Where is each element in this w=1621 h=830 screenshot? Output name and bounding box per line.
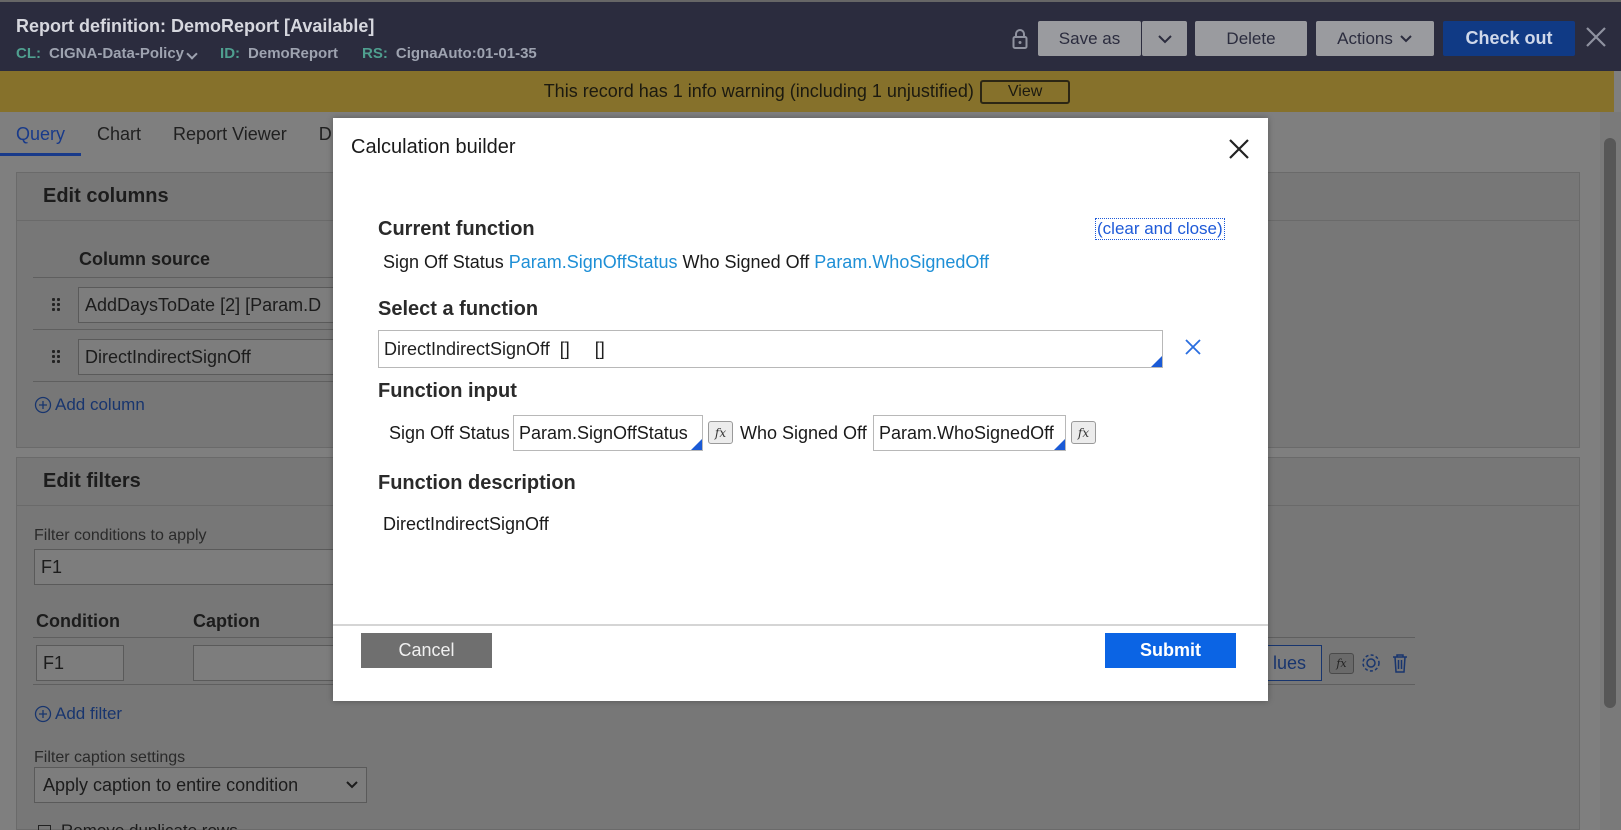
record-meta: CL: CIGNA-Data-Policy ID: DemoReport RS:… (16, 45, 553, 62)
warning-text: This record has 1 info warning (includin… (543, 81, 974, 101)
tab-report-viewer[interactable]: Report Viewer (157, 112, 303, 156)
sign-off-status-input[interactable]: Param.SignOffStatus (513, 415, 703, 451)
add-circle-icon (34, 705, 52, 723)
chevron-down-icon (186, 48, 198, 60)
trash-icon[interactable] (1390, 652, 1410, 674)
dialog-footer: Cancel Submit (333, 624, 1268, 701)
cl-label: CL: (16, 45, 41, 62)
function-description-text: DirectIndirectSignOff (383, 514, 549, 534)
chevron-down-icon (1400, 34, 1412, 42)
add-filter-link[interactable]: Add filter (34, 704, 122, 724)
autocomplete-corner-icon (1151, 356, 1162, 367)
drag-handle-icon[interactable] (51, 297, 61, 313)
condition-input[interactable]: F1 (36, 645, 124, 681)
autocomplete-corner-icon (1054, 439, 1065, 450)
gear-icon[interactable] (1360, 652, 1382, 674)
fx-icon[interactable]: fx (708, 421, 733, 444)
who-signed-off-input[interactable]: Param.WhoSignedOff (873, 415, 1066, 451)
rs-value: CignaAuto:01-01-35 (395, 45, 537, 62)
function-input-heading: Function input (378, 380, 517, 402)
calculation-builder-dialog: Calculation builder Current function (cl… (333, 118, 1268, 701)
drag-handle-icon[interactable] (51, 349, 61, 365)
current-param-2: Param.WhoSignedOff (814, 252, 990, 272)
remove-duplicates-label: Remove duplicate rows (61, 822, 238, 830)
current-function-heading: Current function (378, 218, 535, 240)
select-function-heading: Select a function (378, 298, 539, 320)
column-source-field[interactable]: AddDaysToDate [2] [Param.D (78, 287, 338, 323)
function-description-heading: Function description (378, 472, 576, 494)
lock-icon (1012, 29, 1028, 49)
sign-off-status-value: Param.SignOffStatus (519, 423, 688, 443)
save-as-button[interactable]: Save as (1038, 21, 1141, 56)
current-label-1: Sign Off Status (383, 252, 504, 272)
chevron-down-icon (1157, 34, 1172, 43)
cancel-button[interactable]: Cancel (361, 633, 492, 668)
who-signed-off-value: Param.WhoSignedOff (879, 423, 1054, 443)
caption-input[interactable] (193, 645, 338, 681)
tab-chart[interactable]: Chart (81, 112, 157, 156)
page-title: Report definition: DemoReport [Available… (16, 16, 375, 36)
cl-value: CIGNA-Data-Policy (49, 45, 185, 62)
condition-header: Condition (36, 611, 120, 631)
divider (33, 381, 333, 382)
caption-settings-select[interactable]: Apply caption to entire condition (34, 767, 367, 803)
current-param-1: Param.SignOffStatus (508, 252, 678, 272)
close-icon[interactable] (1227, 137, 1251, 161)
submit-button[interactable]: Submit (1105, 633, 1236, 668)
view-warnings-button[interactable]: View (979, 79, 1071, 104)
caption-settings-value: Apply caption to entire condition (43, 774, 299, 795)
app-header: Report definition: DemoReport [Available… (0, 0, 1621, 71)
add-filter-label: Add filter (55, 704, 123, 723)
scrollbar-thumb[interactable] (1604, 138, 1616, 708)
add-circle-icon (34, 396, 52, 414)
remove-duplicates-option[interactable]: Remove duplicate rows (38, 822, 238, 830)
divider (33, 329, 333, 330)
clear-and-close-link[interactable]: (clear and close) (1095, 218, 1225, 240)
warning-bar: This record has 1 info warning (includin… (0, 71, 1614, 112)
add-column-label: Add column (55, 395, 145, 414)
delete-button[interactable]: Delete (1195, 21, 1307, 56)
fx-icon[interactable]: fx (1329, 653, 1354, 674)
chevron-down-icon (346, 781, 358, 789)
function-select-value: DirectIndirectSignOff [] [] (384, 339, 605, 359)
divider (33, 277, 333, 278)
id-value: DemoReport (248, 45, 339, 62)
column-source-field[interactable]: DirectIndirectSignOff (78, 339, 338, 375)
values-button[interactable]: lues (1266, 645, 1322, 681)
filter-conditions-input[interactable]: F1 (34, 549, 338, 585)
current-function-text: Sign Off Status Param.SignOffStatus Who … (383, 252, 989, 273)
current-label-2: Who Signed Off (682, 252, 810, 272)
function-select-input[interactable]: DirectIndirectSignOff [] [] (378, 330, 1163, 368)
rs-label: RS: (362, 45, 388, 62)
column-source-header: Column source (79, 249, 211, 269)
actions-button[interactable]: Actions (1316, 21, 1434, 56)
check-out-button[interactable]: Check out (1443, 21, 1575, 56)
autocomplete-corner-icon (691, 439, 702, 450)
id-label: ID: (220, 45, 241, 62)
fx-icon[interactable]: fx (1071, 421, 1096, 444)
dialog-title: Calculation builder (351, 136, 516, 158)
input-label-1: Sign Off Status (389, 423, 510, 443)
rule-tabs: Query Chart Report Viewer D (0, 112, 348, 156)
save-as-label: Save as (1058, 28, 1121, 48)
input-label-2: Who Signed Off (740, 423, 867, 443)
close-icon[interactable] (1583, 24, 1609, 50)
check-out-label: Check out (1465, 28, 1553, 48)
actions-label: Actions (1337, 28, 1393, 48)
clear-function-icon[interactable] (1182, 336, 1204, 358)
filter-conditions-label: Filter conditions to apply (34, 527, 207, 544)
caption-header: Caption (193, 611, 260, 631)
tab-query[interactable]: Query (0, 112, 82, 156)
remove-duplicates-checkbox[interactable] (38, 824, 51, 830)
save-as-menu-button[interactable] (1142, 21, 1187, 56)
class-selector[interactable]: CIGNA-Data-Policy (49, 45, 198, 62)
filter-caption-settings-label: Filter caption settings (34, 749, 186, 766)
add-column-link[interactable]: Add column (34, 395, 145, 415)
delete-label: Delete (1226, 28, 1276, 48)
